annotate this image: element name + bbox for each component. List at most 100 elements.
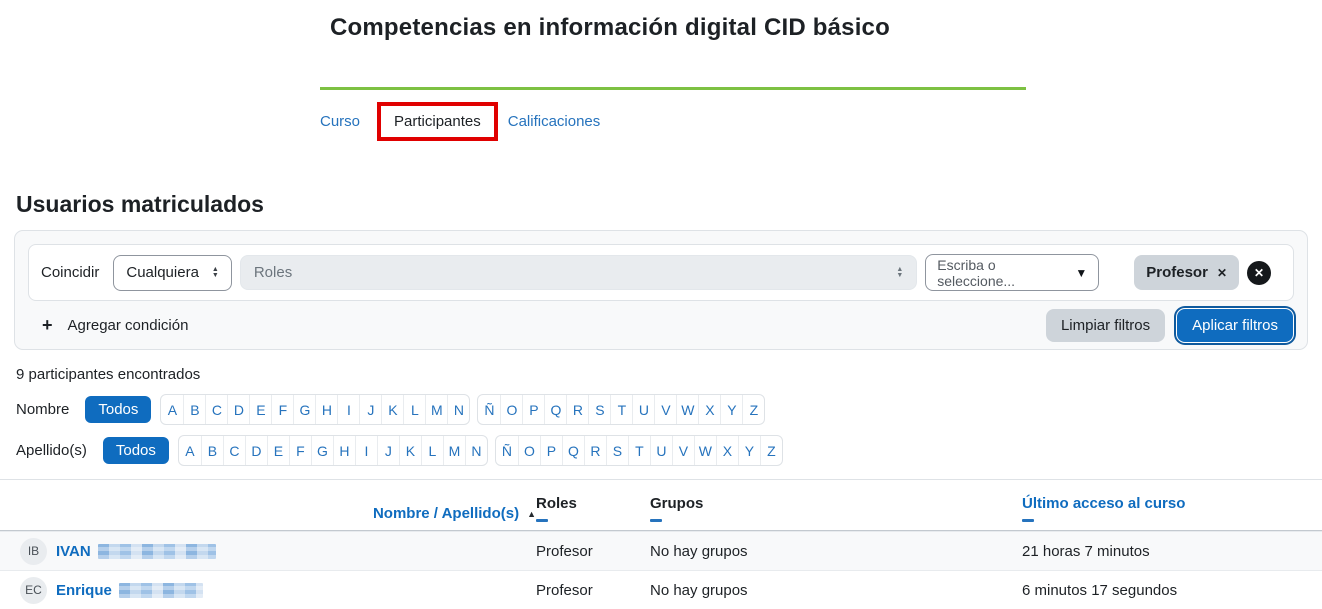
initial-letter-T[interactable]: T — [628, 436, 650, 465]
participant-name-link[interactable]: IVAN — [56, 543, 91, 560]
initial-letter-A[interactable]: A — [161, 395, 183, 424]
participant-groups-cell: No hay grupos — [650, 543, 1022, 560]
remove-tag-icon[interactable]: ✕ — [1217, 266, 1227, 280]
header-groups-label: Grupos — [650, 495, 1022, 512]
initial-letter-Z[interactable]: Z — [742, 395, 764, 424]
initial-letter-S[interactable]: S — [588, 395, 610, 424]
sort-asc-icon[interactable]: ▲ — [527, 509, 536, 522]
last-name-letters-n-z: ÑOPQRSTUVWXYZ — [495, 435, 783, 466]
initial-letter-M[interactable]: M — [425, 395, 447, 424]
initial-letter-T[interactable]: T — [610, 395, 632, 424]
header-roles: Roles — [536, 480, 650, 530]
initial-letter-O[interactable]: O — [500, 395, 522, 424]
last-name-all-button[interactable]: Todos — [103, 437, 169, 464]
initial-letter-E[interactable]: E — [267, 436, 289, 465]
initial-letter-H[interactable]: H — [315, 395, 337, 424]
initial-letter-Ñ[interactable]: Ñ — [478, 395, 500, 424]
apply-filters-button[interactable]: Aplicar filtros — [1177, 309, 1293, 342]
tab-participantes[interactable]: Participantes — [394, 113, 481, 130]
initial-letter-N[interactable]: N — [447, 395, 469, 424]
initial-letter-C[interactable]: C — [223, 436, 245, 465]
initial-letter-X[interactable]: X — [698, 395, 720, 424]
participant-last-access-cell: 21 horas 7 minutos — [1022, 543, 1322, 560]
initial-letter-P[interactable]: P — [522, 395, 544, 424]
initial-letter-Q[interactable]: Q — [562, 436, 584, 465]
tab-curso[interactable]: Curso — [320, 113, 360, 130]
filter-value-placeholder: Escriba o seleccione... — [937, 257, 1075, 289]
initial-letter-A[interactable]: A — [179, 436, 201, 465]
clear-filters-button[interactable]: Limpiar filtros — [1046, 309, 1165, 342]
initial-letter-W[interactable]: W — [694, 436, 716, 465]
participant-name-link[interactable]: Enrique — [56, 582, 112, 599]
header-name: Nombre / Apellido(s) ▲ — [0, 480, 536, 530]
sort-by-name-link[interactable]: Nombre / Apellido(s) — [373, 505, 519, 522]
initial-letter-I[interactable]: I — [355, 436, 377, 465]
initial-letter-Y[interactable]: Y — [720, 395, 742, 424]
filter-actions-row: + Agregar condición Limpiar filtros Apli… — [15, 301, 1307, 349]
initial-letter-P[interactable]: P — [540, 436, 562, 465]
filter-row: Coincidir Cualquiera ▲▼ Roles ▲▼ Escriba… — [28, 244, 1294, 301]
avatar[interactable]: IB — [20, 538, 47, 565]
initial-letter-J[interactable]: J — [359, 395, 381, 424]
initial-letter-J[interactable]: J — [377, 436, 399, 465]
initial-letter-S[interactable]: S — [606, 436, 628, 465]
add-condition-link[interactable]: + Agregar condición — [42, 316, 188, 334]
hide-column-icon[interactable] — [650, 519, 662, 522]
initial-letter-L[interactable]: L — [403, 395, 425, 424]
initial-letter-K[interactable]: K — [381, 395, 403, 424]
initial-letter-O[interactable]: O — [518, 436, 540, 465]
initial-letter-Ñ[interactable]: Ñ — [496, 436, 518, 465]
participantes-tab-highlight: Participantes — [377, 102, 498, 141]
first-name-initials-bar: Nombre Todos ABCDEFGHIJKLMN ÑOPQRSTUVWXY… — [16, 394, 772, 425]
participants-table: Nombre / Apellido(s) ▲ Roles Grupos Últi… — [0, 479, 1322, 609]
initial-letter-K[interactable]: K — [399, 436, 421, 465]
hide-column-icon[interactable] — [536, 519, 548, 522]
participant-roles-cell: Profesor — [536, 582, 650, 599]
header-roles-label: Roles — [536, 495, 650, 512]
initial-letter-Y[interactable]: Y — [738, 436, 760, 465]
initial-letter-V[interactable]: V — [672, 436, 694, 465]
sort-by-last-access-link[interactable]: Último acceso al curso — [1022, 495, 1322, 512]
tab-calificaciones[interactable]: Calificaciones — [508, 113, 601, 130]
first-name-all-button[interactable]: Todos — [85, 396, 151, 423]
section-title: Usuarios matriculados — [16, 191, 264, 218]
initial-letter-D[interactable]: D — [245, 436, 267, 465]
initial-letter-U[interactable]: U — [632, 395, 654, 424]
dropdown-arrow-icon[interactable]: ▼ — [1075, 266, 1087, 280]
results-count: 9 participantes encontrados — [16, 366, 200, 383]
avatar[interactable]: EC — [20, 577, 47, 604]
initial-letter-B[interactable]: B — [201, 436, 223, 465]
initial-letter-G[interactable]: G — [311, 436, 333, 465]
initial-letter-N[interactable]: N — [465, 436, 487, 465]
initial-letter-C[interactable]: C — [205, 395, 227, 424]
initial-letter-M[interactable]: M — [443, 436, 465, 465]
initial-letter-I[interactable]: I — [337, 395, 359, 424]
initial-letter-U[interactable]: U — [650, 436, 672, 465]
initial-letter-B[interactable]: B — [183, 395, 205, 424]
course-divider-line — [320, 87, 1026, 90]
redacted-surname — [119, 583, 203, 598]
initial-letter-D[interactable]: D — [227, 395, 249, 424]
initial-letter-E[interactable]: E — [249, 395, 271, 424]
initial-letter-F[interactable]: F — [289, 436, 311, 465]
initial-letter-V[interactable]: V — [654, 395, 676, 424]
initial-letter-R[interactable]: R — [584, 436, 606, 465]
remove-filter-row-button[interactable]: ✕ — [1247, 261, 1271, 285]
table-row: IB IVAN Profesor No hay grupos 21 horas … — [0, 531, 1322, 570]
initial-letter-Q[interactable]: Q — [544, 395, 566, 424]
course-tabs: Curso Participantes Calificaciones — [320, 102, 600, 141]
filter-type-select[interactable]: Roles ▲▼ — [240, 255, 917, 290]
initial-letter-H[interactable]: H — [333, 436, 355, 465]
hide-column-icon[interactable] — [1022, 519, 1034, 522]
match-label: Coincidir — [41, 264, 99, 281]
initial-letter-G[interactable]: G — [293, 395, 315, 424]
initial-letter-R[interactable]: R — [566, 395, 588, 424]
initial-letter-Z[interactable]: Z — [760, 436, 782, 465]
initial-letter-W[interactable]: W — [676, 395, 698, 424]
participant-last-access-cell: 6 minutos 17 segundos — [1022, 582, 1322, 599]
filter-value-combobox[interactable]: Escriba o seleccione... ▼ — [925, 254, 1099, 291]
match-select[interactable]: Cualquiera ▲▼ — [113, 255, 231, 291]
initial-letter-X[interactable]: X — [716, 436, 738, 465]
initial-letter-F[interactable]: F — [271, 395, 293, 424]
initial-letter-L[interactable]: L — [421, 436, 443, 465]
